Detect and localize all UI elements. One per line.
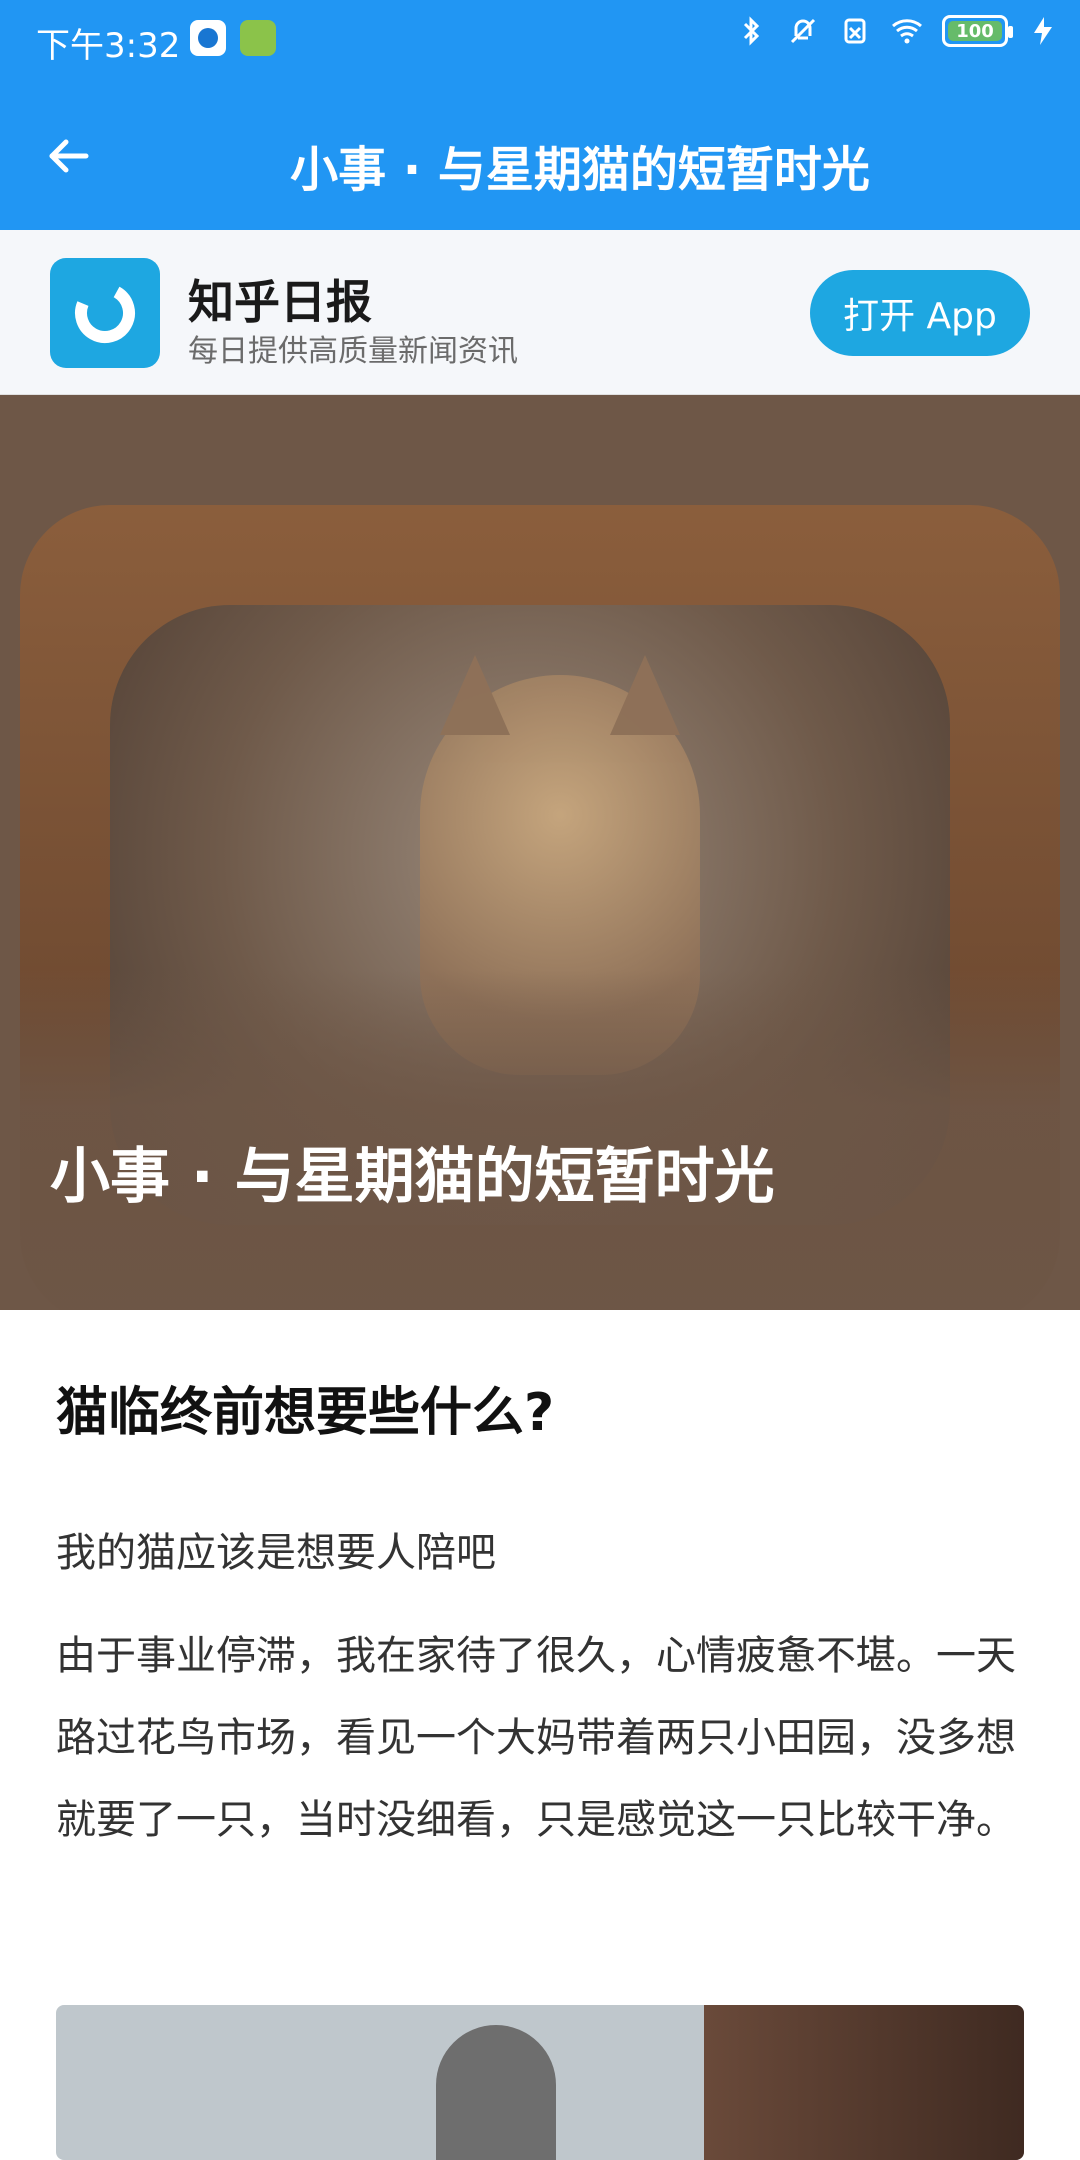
status-time: 下午3:32 (36, 26, 181, 66)
app-description: 每日提供高质量新闻资讯 (188, 334, 518, 369)
question-title: 猫临终前想要些什么? (56, 1383, 555, 1443)
inline-photo[interactable] (56, 2005, 1024, 2160)
sim-icon (838, 14, 872, 48)
battery-icon: 100 (942, 15, 1013, 47)
page-title: 小事 · 与星期猫的短暂时光 (290, 142, 870, 198)
back-arrow-icon (44, 132, 92, 184)
app-name: 知乎日报 (188, 275, 372, 329)
app-logo (50, 258, 160, 368)
back-button[interactable] (40, 130, 96, 186)
answer-paragraph: 由于事业停滞，我在家待了很久，心情疲惫不堪。一天路过花鸟市场，看见一个大妈带着两… (56, 1633, 1016, 1843)
hero-title: 小事 · 与星期猫的短暂时光 (50, 1142, 775, 1212)
mute-icon (786, 14, 820, 48)
app-download-banner: 知乎日报 每日提供高质量新闻资讯 打开 App (0, 230, 1080, 395)
top-bar: 下午3:32 100 小事 · 与星期猫的短暂时光 (0, 0, 1080, 230)
charging-icon (1026, 14, 1060, 48)
wifi-icon (890, 14, 924, 48)
status-icons: 100 (734, 14, 1060, 48)
open-app-button[interactable]: 打开 App (810, 270, 1030, 356)
status-app-icon (240, 20, 276, 56)
status-app-icon (190, 20, 226, 56)
hero-image: 小事 · 与星期猫的短暂时光 (0, 395, 1080, 1310)
answer-subhead: 我的猫应该是想要人陪吧 (56, 1530, 496, 1576)
battery-level: 100 (956, 20, 994, 42)
app-header: 小事 · 与星期猫的短暂时光 (0, 90, 1080, 210)
bluetooth-icon (734, 14, 768, 48)
status-bar: 下午3:32 100 (0, 0, 1080, 76)
article-content: 猫临终前想要些什么? 我的猫应该是想要人陪吧 由于事业停滞，我在家待了很久，心情… (0, 1310, 1080, 2160)
